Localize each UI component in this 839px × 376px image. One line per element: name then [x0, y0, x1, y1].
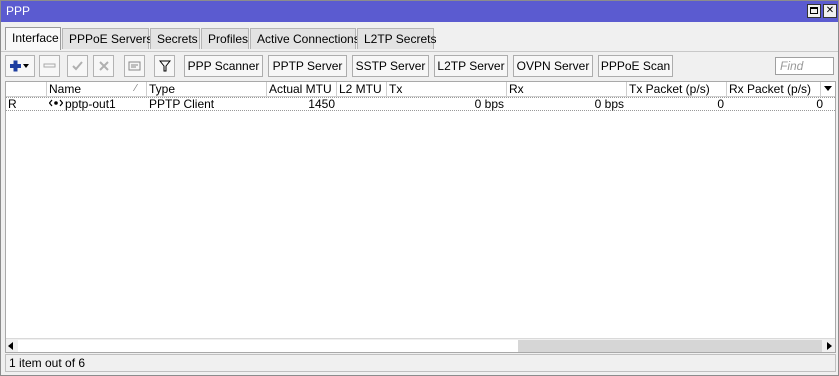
add-icon — [10, 60, 29, 72]
scrollbar-track[interactable] — [518, 340, 822, 352]
item-count: 1 item out of 6 — [9, 356, 86, 370]
tab-label: Interface — [12, 31, 59, 45]
sort-icon: ⁄ — [135, 83, 137, 94]
enable-icon — [72, 61, 83, 71]
column-label: Type — [149, 82, 176, 96]
enable-button[interactable] — [67, 55, 88, 77]
tab-interface[interactable]: Interface — [5, 27, 61, 50]
column-header-rx-packet[interactable]: Rx Packet (p/s) — [727, 82, 821, 97]
toolbar: PPP Scanner PPTP Server SSTP Server L2TP… — [1, 51, 838, 81]
column-header-actual-mtu[interactable]: Actual MTU — [267, 82, 337, 97]
window-title: PPP — [6, 4, 31, 18]
tab-label: Profiles — [208, 32, 249, 46]
column-label: L2 MTU — [339, 82, 382, 96]
tab-l2tp-secrets[interactable]: L2TP Secrets — [357, 28, 437, 49]
filter-button[interactable] — [154, 55, 175, 77]
column-label: Rx Packet (p/s) — [729, 82, 812, 96]
disable-button[interactable] — [93, 55, 114, 77]
column-header-type[interactable]: Type — [147, 82, 267, 97]
column-label: Rx — [509, 82, 524, 96]
row-l2-mtu — [337, 98, 385, 111]
scrollbar-thumb[interactable] — [18, 340, 518, 352]
maximize-icon — [810, 7, 818, 14]
disable-icon — [98, 61, 109, 71]
row-flag: R — [8, 97, 17, 111]
row-rx-packet: 0 — [816, 97, 823, 111]
column-header-flags[interactable] — [6, 82, 47, 97]
row-name: pptp-out1 — [65, 97, 116, 111]
column-header-rx[interactable]: Rx — [507, 82, 627, 97]
row-tx-packet: 0 — [717, 97, 724, 111]
find-input[interactable]: Find — [775, 57, 834, 75]
row-actual-mtu: 1450 — [308, 97, 335, 111]
pptp-server-button[interactable]: PPTP Server — [268, 55, 347, 77]
close-icon: ✕ — [825, 5, 835, 16]
row-rx: 0 bps — [594, 97, 624, 111]
sstp-server-button[interactable]: SSTP Server — [352, 55, 429, 77]
close-button[interactable]: ✕ — [823, 4, 837, 18]
tab-label: Secrets — [157, 32, 198, 46]
comment-icon — [128, 61, 141, 71]
column-label: Tx Packet (p/s) — [629, 82, 710, 96]
horizontal-scrollbar[interactable] — [6, 338, 835, 352]
ppp-scanner-button[interactable]: PPP Scanner — [184, 55, 263, 77]
pppoe-scan-button[interactable]: PPPoE Scan — [598, 55, 673, 77]
column-header-l2-mtu[interactable]: L2 MTU — [337, 82, 387, 97]
status-bar: 1 item out of 6 — [5, 354, 836, 372]
scroll-left-icon[interactable] — [8, 342, 13, 350]
tab-secrets[interactable]: Secrets — [150, 28, 200, 49]
add-button[interactable] — [5, 55, 35, 77]
title-bar[interactable]: PPP ✕ — [1, 1, 838, 22]
tab-active-connections[interactable]: Active Connections — [250, 28, 360, 49]
ovpn-server-button[interactable]: OVPN Server — [513, 55, 593, 77]
tab-pppoe-servers[interactable]: PPPoE Servers — [62, 28, 153, 49]
maximize-button[interactable] — [807, 4, 821, 18]
row-tx: 0 bps — [474, 97, 504, 111]
scroll-right-icon[interactable] — [827, 342, 832, 350]
tab-label: PPPoE Servers — [69, 32, 153, 46]
row-type: PPTP Client — [149, 97, 215, 111]
column-label: Tx — [389, 82, 403, 96]
filter-icon — [158, 60, 171, 72]
columns-dropdown-icon[interactable] — [824, 86, 832, 91]
remove-icon — [43, 63, 56, 68]
column-header-tx-packet[interactable]: Tx Packet (p/s) — [627, 82, 727, 97]
comment-button[interactable] — [124, 55, 145, 77]
ppp-window: PPP ✕ Interface PPPoE Servers Secrets Pr… — [0, 0, 839, 376]
l2tp-server-button[interactable]: L2TP Server — [434, 55, 508, 77]
remove-button[interactable] — [39, 55, 60, 77]
table-row[interactable]: R pptp-out1 PPTP Client 1450 0 bps 0 bps… — [6, 97, 835, 111]
tab-label: L2TP Secrets — [364, 32, 437, 46]
column-label: Name — [49, 82, 82, 96]
column-header-name[interactable]: Name ⁄ — [47, 82, 147, 97]
table-header: Name ⁄ Type Actual MTU L2 MTU Tx Rx Tx P… — [6, 82, 835, 97]
column-label: Actual MTU — [269, 82, 332, 96]
column-header-tx[interactable]: Tx — [387, 82, 507, 97]
interface-table: Name ⁄ Type Actual MTU L2 MTU Tx Rx Tx P… — [5, 81, 836, 353]
tab-profiles[interactable]: Profiles — [201, 28, 249, 49]
tab-label: Active Connections — [257, 32, 360, 46]
